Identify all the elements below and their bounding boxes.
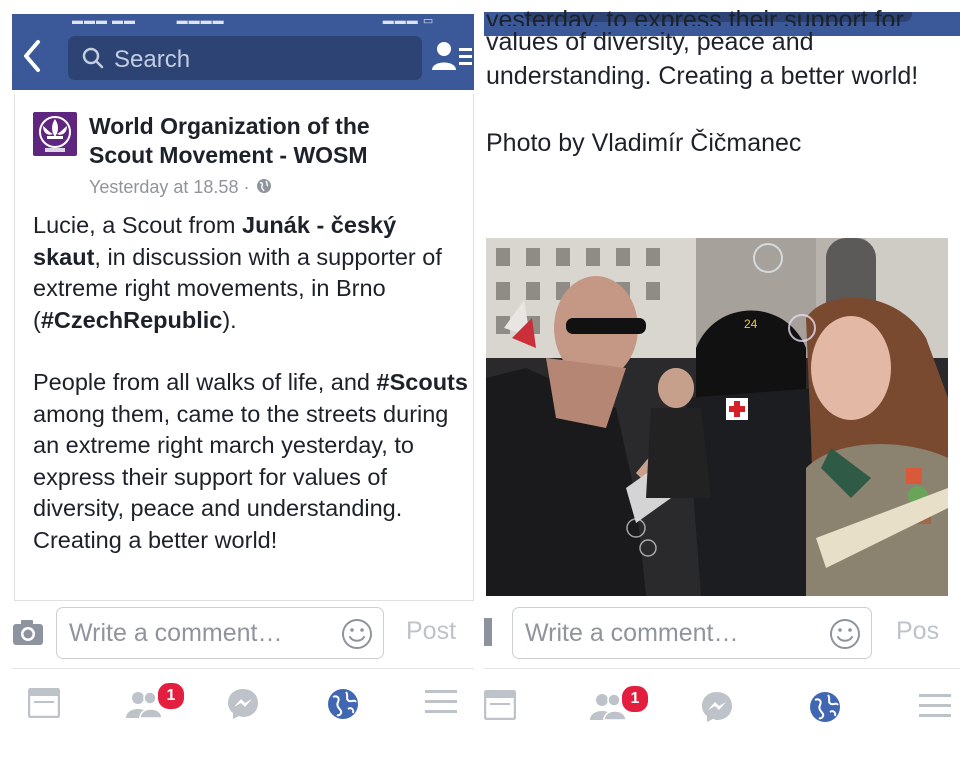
back-chevron-icon[interactable] xyxy=(18,38,48,74)
comment-input[interactable]: Write a comment… xyxy=(512,607,872,659)
status-bar-remnant: ▬▬▬ ▬▬ ▬▬▬▬ ▬▬▬ ▭ xyxy=(72,15,435,27)
post-text-continued: yesterday, to express their support for … xyxy=(486,6,956,161)
divider xyxy=(12,668,474,669)
camera-icon[interactable] xyxy=(12,618,44,651)
post-text: Lucie, a Scout from Junák - český skaut,… xyxy=(33,210,469,556)
friends-badge: 1 xyxy=(620,684,650,714)
globe-icon xyxy=(256,178,272,199)
post-timestamp[interactable]: Yesterday at 18.58 xyxy=(89,177,238,197)
messenger-icon[interactable] xyxy=(226,687,260,726)
camera-icon[interactable] xyxy=(484,618,492,646)
photo-credit: Photo by Vladimír Čičmanec xyxy=(486,129,802,157)
menu-icon[interactable] xyxy=(918,692,952,725)
page-name[interactable]: World Organization of the Scout Movement… xyxy=(89,112,429,170)
right-screen: yesterday, to express their support for … xyxy=(484,0,960,772)
wosm-logo[interactable] xyxy=(33,112,77,156)
menu-icon[interactable] xyxy=(424,688,458,721)
post-card: World Organization of the Scout Movement… xyxy=(14,94,474,601)
svg-text:24: 24 xyxy=(744,317,758,331)
messenger-icon[interactable] xyxy=(700,690,734,729)
search-icon xyxy=(82,47,104,74)
post-photo[interactable]: 24 xyxy=(486,238,948,596)
comment-placeholder: Write a comment… xyxy=(525,619,739,647)
left-screen: ▬▬▬ ▬▬ ▬▬▬▬ ▬▬▬ ▭ Search World Organizat… xyxy=(0,0,478,772)
post-meta: Yesterday at 18.58 · xyxy=(89,177,272,199)
post-button[interactable]: Pos xyxy=(896,617,939,646)
emoji-icon[interactable] xyxy=(341,618,373,655)
meta-separator: · xyxy=(243,177,250,197)
comment-placeholder: Write a comment… xyxy=(69,619,283,647)
news-feed-icon[interactable] xyxy=(27,687,61,723)
news-feed-icon[interactable] xyxy=(484,689,517,725)
notifications-globe-icon[interactable] xyxy=(808,690,842,729)
search-input[interactable]: Search xyxy=(68,36,422,80)
friend-requests-icon[interactable] xyxy=(432,40,472,77)
search-placeholder: Search xyxy=(114,46,191,73)
post-text-tail: values of diversity, peace and understan… xyxy=(486,28,919,90)
emoji-icon[interactable] xyxy=(829,618,861,655)
hashtag-link[interactable]: #CzechRepublic xyxy=(41,307,223,333)
post-button[interactable]: Post xyxy=(406,617,456,646)
cut-line: yesterday, to express their support for xyxy=(486,6,904,26)
divider xyxy=(484,668,960,669)
post-paragraph-2: People from all walks of life, and #Scou… xyxy=(33,369,468,553)
notifications-globe-icon[interactable] xyxy=(326,687,360,726)
post-paragraph-1: Lucie, a Scout from Junák - český skaut,… xyxy=(33,212,442,333)
friends-badge: 1 xyxy=(156,681,186,711)
top-navigation-bar: ▬▬▬ ▬▬ ▬▬▬▬ ▬▬▬ ▭ Search xyxy=(12,14,474,90)
hashtag-link[interactable]: #Scouts xyxy=(377,369,468,395)
comment-input[interactable]: Write a comment… xyxy=(56,607,384,659)
